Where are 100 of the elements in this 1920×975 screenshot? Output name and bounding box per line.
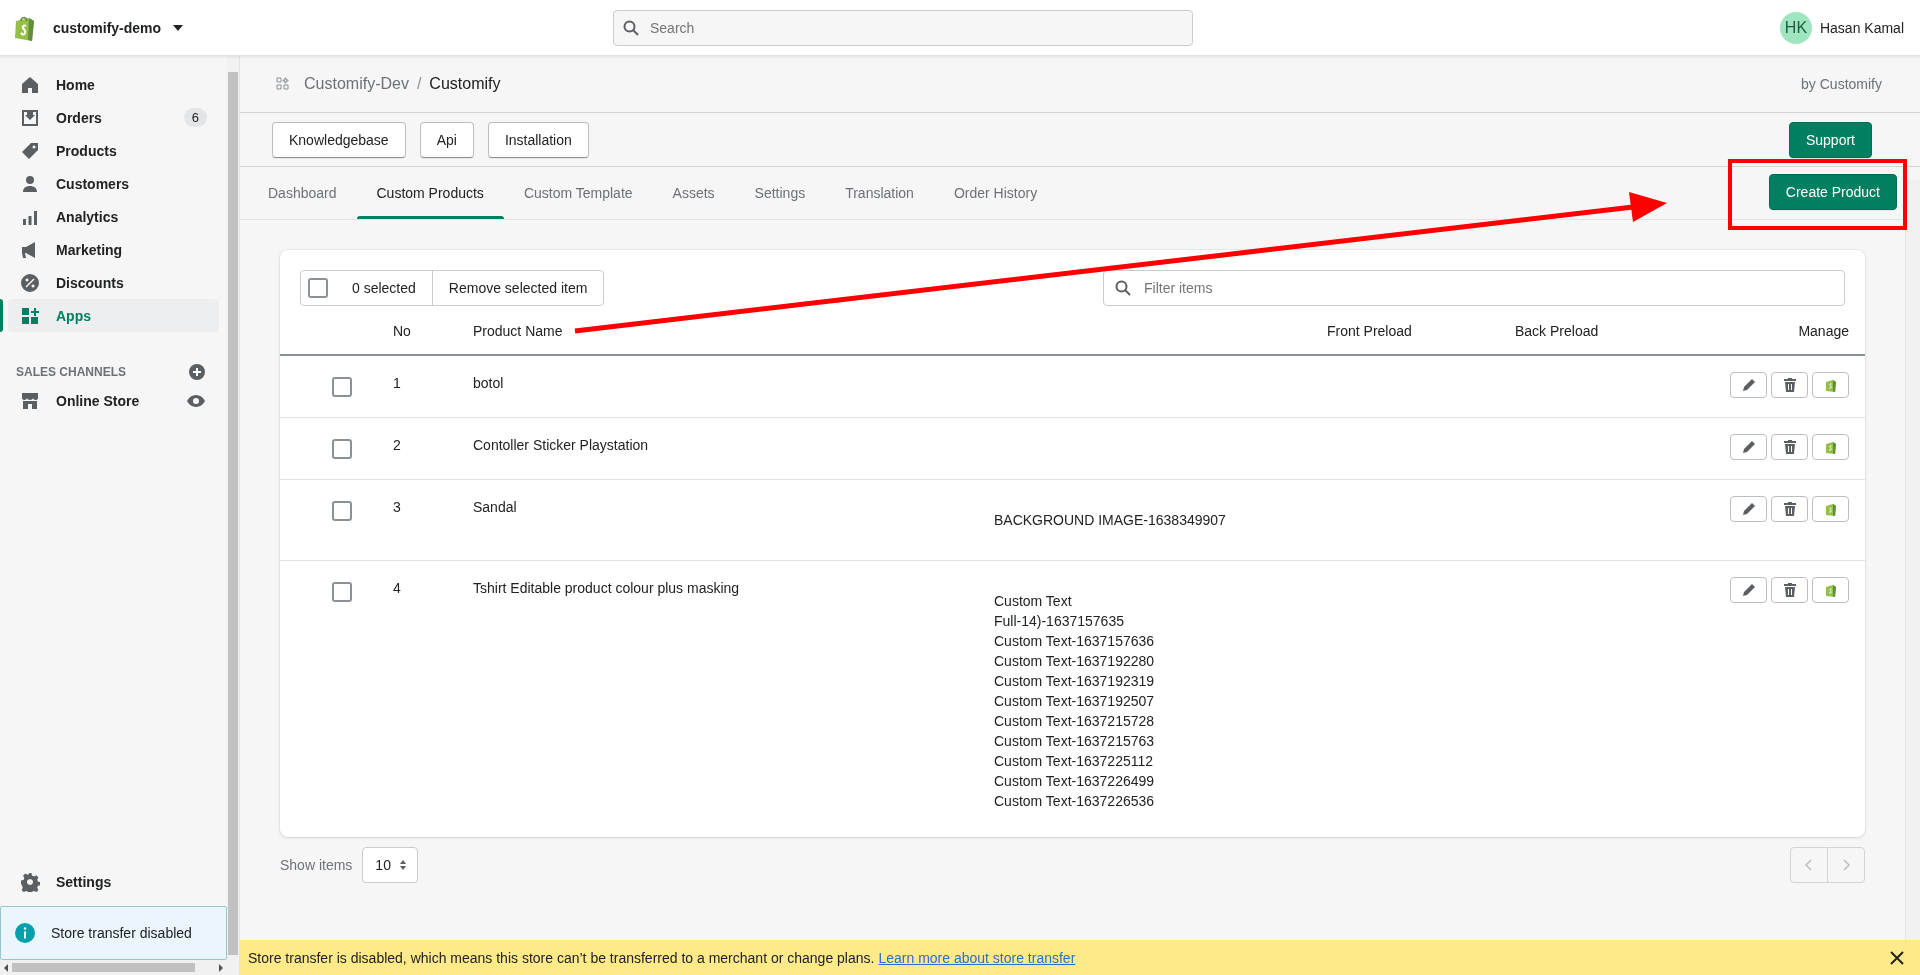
nav-button[interactable]: Knowledgebase xyxy=(272,121,406,158)
discount-icon xyxy=(20,272,40,293)
close-icon[interactable] xyxy=(1890,950,1904,965)
preload-label: Custom Text-1637192507 xyxy=(994,692,1156,711)
vertical-scrollbar[interactable] xyxy=(227,56,239,975)
table-cell-text: Contoller Sticker Playstation xyxy=(473,436,650,455)
page-title: Customify xyxy=(429,75,501,93)
delete-button[interactable] xyxy=(1771,434,1808,460)
preload-label: Full-14)-1637157635 xyxy=(994,612,1125,631)
edit-button[interactable] xyxy=(1730,496,1767,522)
trash-icon xyxy=(1782,378,1797,392)
preload-label: Custom Text-1637192319 xyxy=(994,672,1156,691)
tab[interactable]: Assets xyxy=(652,167,735,219)
nav-item[interactable]: Discounts xyxy=(8,266,219,299)
preload-label: Custom Text-1637226499 xyxy=(994,772,1156,791)
checkbox[interactable] xyxy=(332,377,352,397)
table-cell-text: 3 xyxy=(393,498,402,517)
settings-item[interactable]: Settings xyxy=(8,865,219,898)
table-cell-text: Sandal xyxy=(473,498,518,517)
settings-icon xyxy=(20,871,40,892)
checkbox[interactable] xyxy=(332,501,352,521)
banner-message: Store transfer is disabled, which means this store can’t be transferred to a merchant or change plans. xyxy=(248,949,875,966)
chevron-left-icon xyxy=(1805,859,1813,871)
create-product-button[interactable]: Create Product xyxy=(1768,173,1897,210)
delete-button[interactable] xyxy=(1771,577,1808,603)
tab[interactable]: Dashboard xyxy=(248,167,357,219)
nav-item[interactable]: Home xyxy=(8,68,219,101)
trash-icon xyxy=(1782,502,1797,516)
nav-item[interactable]: Orders 6 xyxy=(8,101,219,134)
add-icon[interactable] xyxy=(189,364,205,380)
nav-item[interactable]: Products xyxy=(8,134,219,167)
eye-icon[interactable] xyxy=(187,394,205,407)
storefront-icon xyxy=(20,390,40,411)
preload-label: Custom Text-1637225112 xyxy=(994,752,1155,771)
filter-field[interactable]: Filter items xyxy=(1103,270,1845,306)
preload-label: Custom Text-1637215728 xyxy=(994,712,1156,731)
preload-label: Custom Text-1637226536 xyxy=(994,792,1156,811)
nav-item[interactable]: Online Store xyxy=(8,384,219,417)
nav-item[interactable]: Analytics xyxy=(8,200,219,233)
pencil-icon xyxy=(1741,502,1756,516)
vertical-scrollbar[interactable] xyxy=(1905,180,1920,940)
nav-item[interactable]: Marketing xyxy=(8,233,219,266)
nav-item[interactable]: Customers xyxy=(8,167,219,200)
caret-icon[interactable] xyxy=(173,24,184,31)
pencil-icon xyxy=(1741,378,1756,392)
search-field[interactable]: Search xyxy=(613,9,1193,46)
store-name[interactable]: customify-demo xyxy=(53,19,162,36)
delete-button[interactable] xyxy=(1771,372,1808,398)
table-cell-text: 4 xyxy=(393,579,402,598)
horizontal-scrollbar[interactable] xyxy=(0,960,227,975)
items-per-page-select[interactable]: 10 xyxy=(362,847,419,883)
store-button[interactable] xyxy=(1812,496,1849,522)
checkbox[interactable] xyxy=(332,439,352,459)
tag-icon xyxy=(20,140,40,161)
count-badge: 6 xyxy=(183,108,207,127)
tab[interactable]: Translation xyxy=(825,167,934,219)
checkbox[interactable] xyxy=(332,582,352,602)
person-icon xyxy=(20,173,40,194)
preload-label: Custom Text-1637215763 xyxy=(994,732,1156,751)
support-button[interactable]: Support xyxy=(1788,121,1872,158)
table-cell-text: 2 xyxy=(393,436,402,455)
tab[interactable]: Order History xyxy=(933,167,1058,219)
table-cell-text: Tshirt Editable product colour plus masking xyxy=(473,579,741,598)
checkbox[interactable] xyxy=(308,278,328,298)
tab[interactable]: Custom Template xyxy=(503,167,653,219)
trash-icon xyxy=(1782,583,1797,597)
apps-icon xyxy=(20,305,40,326)
column-header: Back Preload xyxy=(1515,323,1600,339)
chevron-right-icon xyxy=(1842,859,1850,871)
tab[interactable]: Custom Products xyxy=(356,167,504,219)
show-items-label: Show items xyxy=(280,857,353,873)
user-avatar[interactable]: HK xyxy=(1779,11,1812,44)
trash-icon xyxy=(1782,440,1797,454)
edit-button[interactable] xyxy=(1730,577,1767,603)
preload-label: Custom Text-1637157636 xyxy=(994,632,1156,651)
store-button[interactable] xyxy=(1812,372,1849,398)
column-header: Manage xyxy=(1797,323,1850,339)
store-button[interactable] xyxy=(1812,577,1849,603)
store-transfer-notice[interactable]: Store transfer disabled xyxy=(0,906,227,960)
shopping-bag-icon xyxy=(1824,378,1837,392)
inbox-icon xyxy=(20,107,40,128)
nav-button[interactable]: Api xyxy=(419,121,474,158)
edit-button[interactable] xyxy=(1730,372,1767,398)
user-name[interactable]: Hasan Kamal xyxy=(1819,19,1904,36)
selected-count: 0 selected xyxy=(352,280,416,296)
table-cell-text: 1 xyxy=(393,374,402,393)
nav-button[interactable]: Installation xyxy=(487,121,589,158)
table-cell-text: botol xyxy=(473,374,505,393)
delete-button[interactable] xyxy=(1771,496,1808,522)
section-heading: SALES CHANNELS xyxy=(16,365,126,379)
preload-label: Custom Text xyxy=(994,592,1073,611)
edit-button[interactable] xyxy=(1730,434,1767,460)
breadcrumb-link[interactable]: Customify-Dev xyxy=(304,75,409,93)
store-button[interactable] xyxy=(1812,434,1849,460)
pencil-icon xyxy=(1741,440,1756,454)
byline: by Customify xyxy=(1801,76,1882,92)
tab[interactable]: Settings xyxy=(734,167,826,219)
stepper-icon xyxy=(398,859,407,871)
learn-more-link[interactable]: Learn more about store transfer xyxy=(878,949,1076,966)
remove-selected-button[interactable]: Remove selected item xyxy=(432,271,604,305)
